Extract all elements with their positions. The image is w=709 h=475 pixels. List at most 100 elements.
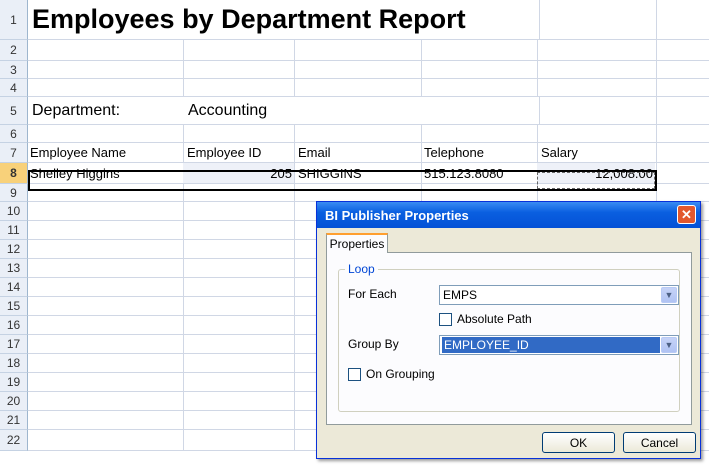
column-gridline xyxy=(537,184,538,201)
cell-employee-name[interactable]: Shelley Higgins xyxy=(28,163,183,183)
row-number[interactable]: 1 xyxy=(0,0,28,40)
row-number[interactable]: 14 xyxy=(0,278,28,297)
column-gridline xyxy=(537,143,538,162)
row-number[interactable]: 10 xyxy=(0,202,28,221)
header-employee-id[interactable]: Employee ID xyxy=(185,143,294,162)
row-number[interactable]: 20 xyxy=(0,392,28,411)
on-grouping-label: On Grouping xyxy=(366,367,435,381)
row-cells[interactable] xyxy=(28,61,709,79)
header-telephone[interactable]: Telephone xyxy=(422,143,537,162)
absolute-path-checkbox[interactable] xyxy=(439,313,452,326)
sheet-row: 4 xyxy=(0,79,709,97)
row-cells[interactable]: Employee Name Employee ID Email Telephone Sa… xyxy=(28,143,709,163)
row-number[interactable]: 16 xyxy=(0,316,28,335)
group-by-value: EMPLOYEE_ID xyxy=(442,337,660,353)
row-cells[interactable]: Department: Accounting xyxy=(28,97,709,125)
row-number[interactable]: 15 xyxy=(0,297,28,316)
row-number[interactable]: 12 xyxy=(0,240,28,259)
column-gridline xyxy=(294,125,295,142)
department-value[interactable]: Accounting xyxy=(186,97,386,124)
column-gridline xyxy=(421,61,422,78)
column-gridline xyxy=(183,392,184,410)
row-number[interactable]: 9 xyxy=(0,184,28,202)
row-number[interactable]: 13 xyxy=(0,259,28,278)
column-gridline xyxy=(183,259,184,277)
header-employee-name[interactable]: Employee Name xyxy=(28,143,183,162)
column-gridline xyxy=(183,373,184,391)
column-gridline xyxy=(294,184,295,201)
column-gridline xyxy=(183,354,184,372)
column-gridline xyxy=(183,278,184,296)
column-gridline xyxy=(656,79,657,96)
column-gridline xyxy=(294,79,295,96)
row-number[interactable]: 11 xyxy=(0,221,28,240)
for-each-value: EMPS xyxy=(443,288,478,302)
column-gridline xyxy=(537,61,538,78)
dropdown-glyph: ▼ xyxy=(664,290,674,300)
loop-group-label: Loop xyxy=(345,262,378,276)
row-cells[interactable] xyxy=(28,40,709,61)
column-gridline xyxy=(421,125,422,142)
on-grouping-checkbox[interactable] xyxy=(348,368,361,381)
department-label[interactable]: Department: xyxy=(30,97,180,124)
header-salary[interactable]: Salary xyxy=(539,143,656,162)
cancel-button[interactable]: Cancel xyxy=(623,432,696,453)
row-number[interactable]: 17 xyxy=(0,335,28,354)
column-gridline xyxy=(183,61,184,78)
column-gridline xyxy=(656,163,657,183)
dropdown-glyph: ▼ xyxy=(664,340,674,350)
sheet-row: 8 Shelley Higgins 205 SHIGGINS 515.123.8080 1… xyxy=(0,163,709,184)
row-number[interactable]: 5 xyxy=(0,97,28,125)
header-email[interactable]: Email xyxy=(296,143,421,162)
column-gridline xyxy=(183,221,184,239)
ok-button[interactable]: OK xyxy=(542,432,615,453)
sheet-row: 7 Employee Name Employee ID Email Telephone S… xyxy=(0,143,709,163)
for-each-select[interactable]: EMPS ▼ xyxy=(439,285,679,305)
row-number[interactable]: 2 xyxy=(0,40,28,61)
row-number[interactable]: 7 xyxy=(0,143,28,163)
cell-salary[interactable]: 12,008.00 xyxy=(537,163,655,183)
row-number[interactable]: 18 xyxy=(0,354,28,373)
row-number[interactable]: 6 xyxy=(0,125,28,143)
tab-properties[interactable]: Properties xyxy=(326,233,388,253)
row-cells[interactable] xyxy=(28,125,709,143)
chevron-down-icon[interactable]: ▼ xyxy=(661,287,677,303)
chevron-down-icon[interactable]: ▼ xyxy=(661,337,677,353)
row-cells[interactable] xyxy=(28,184,709,202)
row-number[interactable]: 22 xyxy=(0,430,28,451)
report-title[interactable]: Employees by Department Report xyxy=(30,0,630,39)
column-gridline xyxy=(294,373,295,391)
cell-employee-id[interactable]: 205 xyxy=(183,163,294,183)
row-cells[interactable]: Employees by Department Report xyxy=(28,0,709,40)
column-gridline xyxy=(656,61,657,78)
row-number[interactable]: 21 xyxy=(0,411,28,430)
sheet-row: 1 Employees by Department Report xyxy=(0,0,709,40)
column-gridline xyxy=(656,184,657,201)
row-cells[interactable] xyxy=(28,79,709,97)
sheet-row: 2 xyxy=(0,40,709,61)
cell-telephone[interactable]: 515.123.8080 xyxy=(422,163,537,183)
bi-publisher-properties-dialog: BI Publisher Properties ✕ Properties Loo… xyxy=(316,201,701,459)
column-gridline xyxy=(183,411,184,429)
dialog-titlebar[interactable]: BI Publisher Properties ✕ xyxy=(317,202,700,228)
column-gridline xyxy=(183,79,184,96)
close-button[interactable]: ✕ xyxy=(677,205,696,224)
sheet-row: 9 xyxy=(0,184,709,202)
column-gridline xyxy=(537,40,538,60)
column-gridline xyxy=(294,411,295,429)
group-by-select[interactable]: EMPLOYEE_ID ▼ xyxy=(439,335,679,355)
row-number[interactable]: 19 xyxy=(0,373,28,392)
row-number[interactable]: 8 xyxy=(0,163,28,184)
sheet-row: 3 xyxy=(0,61,709,79)
column-gridline xyxy=(539,97,540,124)
cell-email[interactable]: SHIGGINS xyxy=(296,163,421,183)
column-gridline xyxy=(183,202,184,220)
column-gridline xyxy=(294,61,295,78)
column-gridline xyxy=(294,316,295,334)
column-gridline xyxy=(656,0,657,39)
column-gridline xyxy=(294,202,295,220)
row-number[interactable]: 4 xyxy=(0,79,28,97)
row-cells[interactable]: Shelley Higgins 205 SHIGGINS 515.123.8080 12… xyxy=(28,163,709,184)
row-number[interactable]: 3 xyxy=(0,61,28,79)
column-gridline xyxy=(656,97,657,124)
